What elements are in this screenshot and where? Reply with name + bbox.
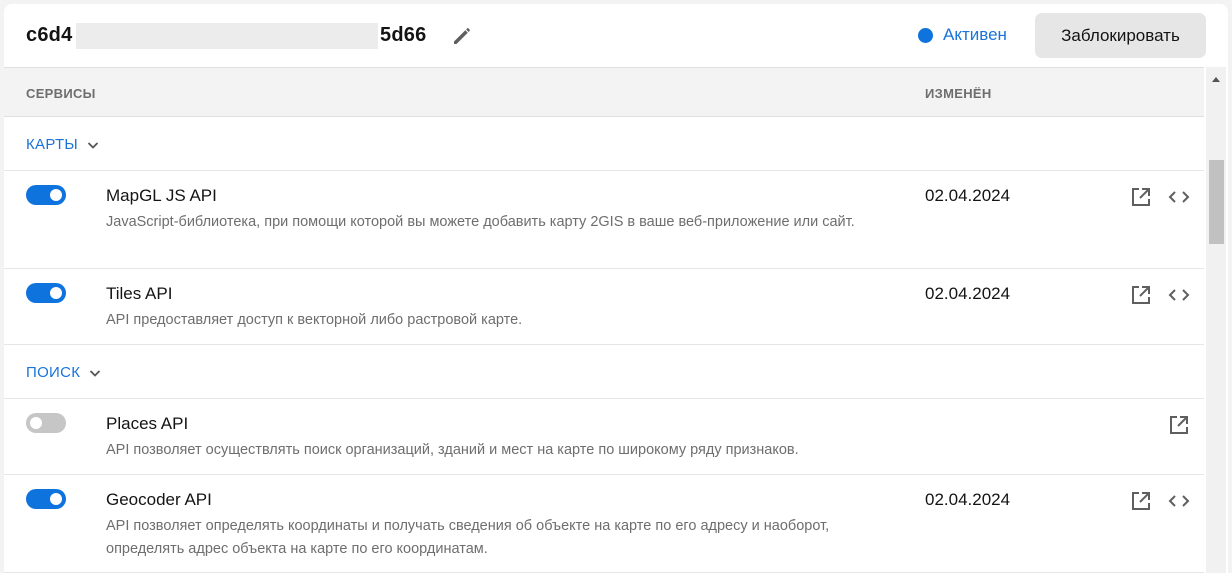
status-dot-icon <box>918 27 933 43</box>
key-header: c6d4 5d66 Активен Заблокировать <box>4 4 1228 67</box>
service-row-geocoder: Geocoder API API позволяет определять ко… <box>4 475 1204 573</box>
scrollbar-thumb[interactable] <box>1209 160 1224 244</box>
code-icon[interactable] <box>1167 185 1191 209</box>
status-label: Активен <box>943 25 1007 44</box>
external-link-icon[interactable] <box>1129 283 1153 307</box>
service-description: JavaScript-библиотека, при помощи которо… <box>106 214 855 230</box>
group-toggle-search[interactable]: ПОИСК <box>26 364 102 381</box>
service-name: Tiles API <box>106 284 173 303</box>
api-key-suffix: 5d66 <box>380 24 427 46</box>
service-toggle[interactable] <box>26 283 66 303</box>
status-indicator: Активен <box>918 25 1007 45</box>
scroll-up-arrow-icon[interactable] <box>1212 77 1220 82</box>
services-table[interactable]: СЕРВИСЫ ИЗМЕНЁН КАРТЫ MapGL JS API JavaS… <box>4 67 1228 573</box>
api-key-mask <box>76 23 378 49</box>
chevron-down-icon <box>87 141 99 149</box>
api-key-panel: c6d4 5d66 Активен Заблокировать СЕРВИСЫ … <box>4 4 1228 573</box>
group-label: ПОИСК <box>26 364 81 381</box>
block-button[interactable]: Заблокировать <box>1035 13 1206 58</box>
group-toggle-maps[interactable]: КАРТЫ <box>26 136 100 153</box>
group-row-search: ПОИСК <box>4 345 1204 399</box>
service-row-tiles: Tiles API API предоставляет доступ к век… <box>4 269 1204 345</box>
service-toggle[interactable] <box>26 413 66 433</box>
service-name: Places API <box>106 414 189 433</box>
service-changed-date: 02.04.2024 <box>925 490 1011 509</box>
column-header-services: СЕРВИСЫ <box>26 86 96 101</box>
code-icon[interactable] <box>1167 283 1191 307</box>
group-label: КАРТЫ <box>26 136 79 153</box>
service-description: API предоставляет доступ к векторной либ… <box>106 312 523 328</box>
service-name: MapGL JS API <box>106 186 217 205</box>
service-changed-date: 02.04.2024 <box>925 284 1011 303</box>
service-description: API позволяет определять координаты и по… <box>106 518 830 557</box>
service-changed-date: 02.04.2024 <box>925 186 1011 205</box>
column-header-changed: ИЗМЕНЁН <box>925 86 992 101</box>
service-toggle[interactable] <box>26 185 66 205</box>
chevron-down-icon <box>90 369 101 377</box>
code-icon[interactable] <box>1167 489 1191 513</box>
vertical-scrollbar[interactable] <box>1206 67 1226 573</box>
external-link-icon[interactable] <box>1129 185 1153 209</box>
group-row-maps: КАРТЫ <box>4 117 1204 171</box>
table-header: СЕРВИСЫ ИЗМЕНЁН <box>4 67 1204 117</box>
service-row-places: Places API API позволяет осуществлять по… <box>4 399 1204 475</box>
external-link-icon[interactable] <box>1167 413 1191 437</box>
external-link-icon[interactable] <box>1129 489 1153 513</box>
service-description: API позволяет осуществлять поиск организ… <box>106 442 799 458</box>
service-toggle[interactable] <box>26 489 66 509</box>
service-name: Geocoder API <box>106 490 212 509</box>
pencil-icon[interactable] <box>450 24 474 48</box>
api-key-prefix: c6d4 <box>26 24 73 46</box>
service-row-mapgl: MapGL JS API JavaScript-библиотека, при … <box>4 171 1204 269</box>
